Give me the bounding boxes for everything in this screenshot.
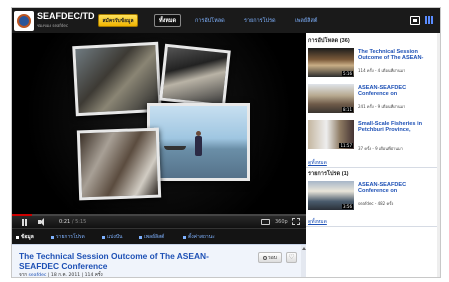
channel-subtitle: ช่องของ seafdec bbox=[37, 23, 69, 28]
channel-header: SEAFDEC/TD ช่องของ seafdec สมัครรับข้อมู… bbox=[12, 8, 440, 33]
list-item[interactable]: 8:11 ASEAN-SEAFDEC Conference on 241 ครั… bbox=[308, 84, 435, 118]
uploads-see-all-link[interactable]: ดูทั้งหมด bbox=[308, 159, 327, 167]
channel-name[interactable]: SEAFDEC/TD bbox=[37, 11, 95, 21]
tab-favorite[interactable]: รายการโปรด bbox=[51, 233, 85, 241]
list-item[interactable]: 5:16 The Technical Session Outcome of Th… bbox=[308, 48, 435, 82]
list-item[interactable]: 11:57 Small-Scale Fisheries in Petchburi… bbox=[308, 120, 435, 154]
video-thumbnail[interactable]: 8:11 bbox=[308, 84, 354, 113]
tab-playlists[interactable]: เพลย์ลิสต์ bbox=[295, 14, 317, 27]
video-meta: seafdec - 482 ครั้ง bbox=[358, 201, 394, 206]
video-frame[interactable] bbox=[12, 33, 306, 214]
fullscreen-icon[interactable] bbox=[292, 218, 300, 225]
thumbs-up-icon bbox=[263, 255, 268, 260]
share-button[interactable]: รอบ bbox=[258, 252, 282, 263]
video-thumbnail[interactable]: 5:16 bbox=[308, 48, 354, 77]
time-display: 0:21 / 5:15 bbox=[59, 218, 86, 226]
favorites-see-all-link[interactable]: ดูทั้งหมด bbox=[308, 218, 327, 226]
video-info-panel: The Technical Session Outcome of The ASE… bbox=[12, 244, 306, 278]
video-tabs: ข้อมูล รายการโปรด แบ่งปัน เพลย์ลิสต์ ตั้… bbox=[12, 228, 306, 244]
current-time: 0:21 bbox=[59, 219, 71, 225]
divider bbox=[306, 226, 437, 227]
video-title[interactable]: The Technical Session Outcome of The ASE… bbox=[19, 251, 239, 271]
channel-sidebar: การอัปโหลด (36) 5:16 The Technical Sessi… bbox=[306, 33, 437, 277]
video-meta: 241 ครั้ง - 9 เดือนที่ผ่านมา bbox=[358, 104, 406, 109]
video-link[interactable]: The Technical Session Outcome of The ASE… bbox=[358, 49, 435, 62]
subscribe-button[interactable]: สมัครรับข้อมูล bbox=[98, 14, 138, 27]
pause-icon[interactable] bbox=[22, 218, 28, 226]
quality-button[interactable]: 360p bbox=[275, 218, 288, 226]
progress-fill bbox=[12, 214, 32, 216]
divider bbox=[306, 167, 437, 168]
video-player[interactable]: 0:21 / 5:15 360p bbox=[12, 33, 306, 228]
tab-playlist[interactable]: เพลย์ลิสต์ bbox=[139, 233, 164, 241]
grid-view-icon[interactable] bbox=[425, 16, 435, 25]
video-meta: จาก seafdec | 18 ก.ค. 2011 | 114 ครั้ง bbox=[19, 273, 103, 278]
channel-logo[interactable] bbox=[14, 11, 34, 31]
video-meta: 37 ครั้ง - 9 เดือนที่ผ่านมา bbox=[358, 146, 403, 151]
tab-flag[interactable]: ตั้งค่าสถานะ bbox=[183, 233, 215, 241]
player-view-icon[interactable] bbox=[410, 16, 420, 25]
tab-all[interactable]: ทั้งหมด bbox=[154, 14, 182, 27]
video-link[interactable]: ASEAN-SEAFDEC Conference on bbox=[358, 182, 435, 195]
video-meta: 114 ครั้ง - 4 เดือนที่ผ่านมา bbox=[358, 68, 406, 73]
video-link[interactable]: Small-Scale Fisheries in Petchburi Provi… bbox=[358, 121, 435, 134]
video-link[interactable]: ASEAN-SEAFDEC Conference on bbox=[358, 85, 435, 98]
favorites-header: รายการโปรด (1) bbox=[308, 171, 349, 177]
list-item[interactable]: 3:56 ASEAN-SEAFDEC Conference on seafdec… bbox=[308, 181, 435, 215]
youtube-channel-page: SEAFDEC/TD ช่องของ seafdec สมัครรับข้อมู… bbox=[11, 7, 441, 278]
tab-share[interactable]: แบ่งปัน bbox=[102, 233, 122, 241]
volume-icon[interactable] bbox=[38, 218, 46, 226]
tab-uploads[interactable]: การอัปโหลด bbox=[195, 14, 225, 27]
uploads-header: การอัปโหลด (36) bbox=[308, 38, 350, 44]
slideshow-photo bbox=[147, 103, 250, 181]
player-controls: 0:21 / 5:15 360p bbox=[12, 214, 306, 228]
sidebar-scrollbar[interactable] bbox=[437, 33, 440, 277]
captions-icon[interactable] bbox=[261, 219, 270, 225]
video-thumbnail[interactable]: 11:57 bbox=[308, 120, 354, 149]
tab-favorites[interactable]: รายการโปรด bbox=[244, 14, 276, 27]
video-thumbnail[interactable]: 3:56 bbox=[308, 181, 354, 210]
slideshow-photo bbox=[76, 127, 162, 201]
progress-bar[interactable] bbox=[12, 214, 306, 216]
slideshow-photo bbox=[159, 43, 231, 108]
favorite-heart-icon[interactable]: ♡ bbox=[286, 252, 297, 263]
uploader-link[interactable]: seafdec bbox=[29, 273, 47, 277]
tab-info[interactable]: ข้อมูล bbox=[16, 233, 34, 241]
total-time: / 5:15 bbox=[71, 219, 87, 225]
